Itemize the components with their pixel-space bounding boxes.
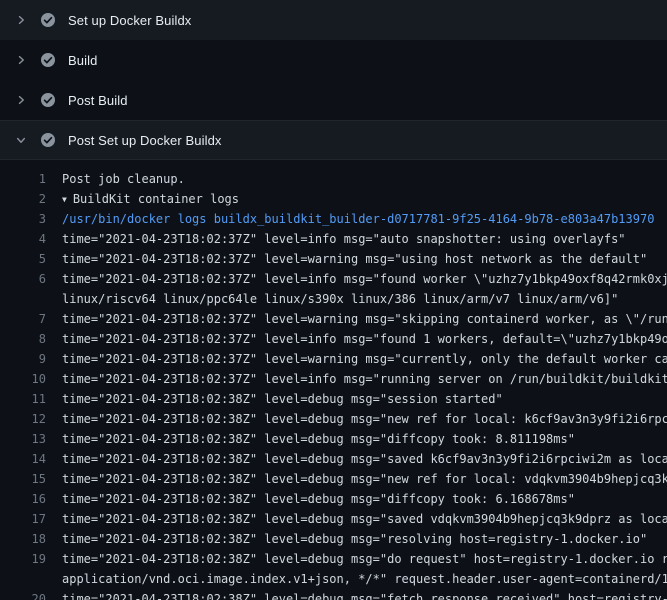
line-number[interactable]: 6 <box>0 269 46 289</box>
log-line: 3 /usr/bin/docker logs buildx_buildkit_b… <box>0 209 667 229</box>
log-line: 9 time="2021-04-23T18:02:37Z" level=warn… <box>0 349 667 369</box>
log-line: 18 time="2021-04-23T18:02:38Z" level=deb… <box>0 529 667 549</box>
log-line: 8 time="2021-04-23T18:02:37Z" level=info… <box>0 329 667 349</box>
group-toggle-icon[interactable]: ▼ <box>62 195 67 204</box>
line-number[interactable]: 2 <box>0 189 46 209</box>
log-line: 5 time="2021-04-23T18:02:37Z" level=warn… <box>0 249 667 269</box>
step-label: Set up Docker Buildx <box>68 13 191 28</box>
log-line: 7 time="2021-04-23T18:02:37Z" level=warn… <box>0 309 667 329</box>
chevron-icon <box>14 13 28 27</box>
line-number[interactable]: 18 <box>0 529 46 549</box>
log-text: time="2021-04-23T18:02:38Z" level=debug … <box>46 469 667 489</box>
chevron-icon <box>14 53 28 67</box>
log-line-continuation: application/vnd.oci.image.index.v1+json,… <box>0 569 667 589</box>
line-number <box>0 569 46 589</box>
log-line-continuation: linux/riscv64 linux/ppc64le linux/s390x … <box>0 289 667 309</box>
log-text: Post job cleanup. <box>46 169 667 189</box>
workflow-steps: Set up Docker Buildx Build P <box>0 0 667 160</box>
log-line: 6 time="2021-04-23T18:02:37Z" level=info… <box>0 269 667 289</box>
log-text: ▼BuildKit container logs <box>46 189 667 209</box>
log-line: 16 time="2021-04-23T18:02:38Z" level=deb… <box>0 489 667 509</box>
log-line: 20 time="2021-04-23T18:02:38Z" level=deb… <box>0 589 667 600</box>
log-text: time="2021-04-23T18:02:37Z" level=info m… <box>46 229 667 249</box>
line-number[interactable]: 1 <box>0 169 46 189</box>
log-line: 10 time="2021-04-23T18:02:37Z" level=inf… <box>0 369 667 389</box>
line-number[interactable]: 16 <box>0 489 46 509</box>
log-line: 2 ▼BuildKit container logs <box>0 189 667 209</box>
log-line: 12 time="2021-04-23T18:02:38Z" level=deb… <box>0 409 667 429</box>
step-row-0[interactable]: Set up Docker Buildx <box>0 0 667 40</box>
log-text: time="2021-04-23T18:02:37Z" level=warnin… <box>46 349 667 369</box>
log-line: 13 time="2021-04-23T18:02:38Z" level=deb… <box>0 429 667 449</box>
log-text: /usr/bin/docker logs buildx_buildkit_bui… <box>46 209 667 229</box>
line-number[interactable]: 8 <box>0 329 46 349</box>
log-text: time="2021-04-23T18:02:38Z" level=debug … <box>46 449 667 469</box>
step-label: Build <box>68 53 97 68</box>
step-label: Post Build <box>68 93 128 108</box>
line-number[interactable]: 5 <box>0 249 46 269</box>
log-text: time="2021-04-23T18:02:38Z" level=debug … <box>46 549 667 569</box>
line-number[interactable]: 15 <box>0 469 46 489</box>
check-circle-icon <box>40 92 56 108</box>
line-number[interactable]: 14 <box>0 449 46 469</box>
log-text: time="2021-04-23T18:02:37Z" level=warnin… <box>46 309 667 329</box>
line-number[interactable]: 9 <box>0 349 46 369</box>
log-text: time="2021-04-23T18:02:38Z" level=debug … <box>46 389 667 409</box>
step-row-2[interactable]: Post Build <box>0 80 667 120</box>
log-text: time="2021-04-23T18:02:38Z" level=debug … <box>46 429 667 449</box>
log-line: 11 time="2021-04-23T18:02:38Z" level=deb… <box>0 389 667 409</box>
log-line: 1 Post job cleanup. <box>0 169 667 189</box>
check-circle-icon <box>40 132 56 148</box>
log-text: time="2021-04-23T18:02:38Z" level=debug … <box>46 529 667 549</box>
line-number[interactable]: 12 <box>0 409 46 429</box>
log-text: time="2021-04-23T18:02:38Z" level=debug … <box>46 589 667 600</box>
line-number[interactable]: 20 <box>0 589 46 600</box>
step-label: Post Set up Docker Buildx <box>68 133 222 148</box>
log-text: time="2021-04-23T18:02:37Z" level=info m… <box>46 369 667 389</box>
chevron-icon <box>14 93 28 107</box>
line-number[interactable]: 7 <box>0 309 46 329</box>
line-number[interactable]: 11 <box>0 389 46 409</box>
log-line: 15 time="2021-04-23T18:02:38Z" level=deb… <box>0 469 667 489</box>
log-text: time="2021-04-23T18:02:37Z" level=info m… <box>46 269 667 289</box>
log-line: 4 time="2021-04-23T18:02:37Z" level=info… <box>0 229 667 249</box>
log-text: time="2021-04-23T18:02:37Z" level=info m… <box>46 329 667 349</box>
log-text: linux/riscv64 linux/ppc64le linux/s390x … <box>46 289 667 309</box>
log-line: 14 time="2021-04-23T18:02:38Z" level=deb… <box>0 449 667 469</box>
log-text: application/vnd.oci.image.index.v1+json,… <box>46 569 667 589</box>
line-number[interactable]: 19 <box>0 549 46 569</box>
log-text: time="2021-04-23T18:02:37Z" level=warnin… <box>46 249 667 269</box>
line-number <box>0 289 46 309</box>
line-number[interactable]: 17 <box>0 509 46 529</box>
log-line: 17 time="2021-04-23T18:02:38Z" level=deb… <box>0 509 667 529</box>
check-circle-icon <box>40 12 56 28</box>
check-circle-icon <box>40 52 56 68</box>
log-text: time="2021-04-23T18:02:38Z" level=debug … <box>46 489 667 509</box>
log-view: 1 Post job cleanup. 2 ▼BuildKit containe… <box>0 160 667 600</box>
line-number[interactable]: 13 <box>0 429 46 449</box>
log-text: time="2021-04-23T18:02:38Z" level=debug … <box>46 409 667 429</box>
line-number[interactable]: 3 <box>0 209 46 229</box>
line-number[interactable]: 10 <box>0 369 46 389</box>
step-row-1[interactable]: Build <box>0 40 667 80</box>
line-number[interactable]: 4 <box>0 229 46 249</box>
step-row-3[interactable]: Post Set up Docker Buildx <box>0 120 667 160</box>
log-text: time="2021-04-23T18:02:38Z" level=debug … <box>46 509 667 529</box>
log-line: 19 time="2021-04-23T18:02:38Z" level=deb… <box>0 549 667 569</box>
chevron-icon <box>14 133 28 147</box>
